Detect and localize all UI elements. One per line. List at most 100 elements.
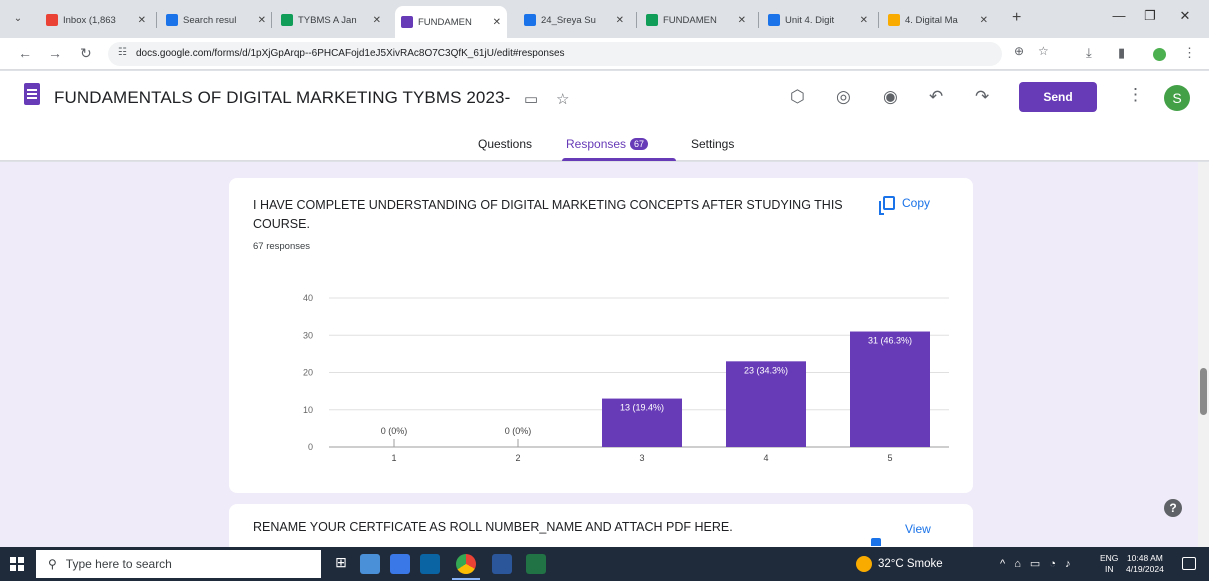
bookmark-star-icon[interactable]: ☆ (1038, 44, 1049, 58)
tab-separator (156, 12, 157, 28)
tab-close-icon[interactable]: ✕ (734, 15, 746, 26)
y-tick-label: 30 (303, 330, 313, 340)
browser-tab[interactable]: Search resul ✕ (160, 6, 272, 34)
tab-separator (271, 12, 272, 28)
star-icon[interactable]: ☆ (556, 90, 569, 108)
word-icon[interactable] (492, 554, 512, 574)
scrollbar-thumb[interactable] (1200, 368, 1207, 415)
active-tab-indicator (562, 158, 676, 161)
chrome-icon[interactable] (452, 554, 480, 580)
tab-close-icon[interactable]: ✕ (369, 15, 381, 26)
more-options-icon[interactable]: ⋮ (1127, 85, 1144, 105)
tab-label: FUNDAMEN (418, 16, 472, 28)
question-title-2: RENAME YOUR CERTFICATE AS ROLL NUMBER_NA… (253, 520, 733, 534)
browser-tab[interactable]: TYBMS A Jan ✕ (275, 6, 387, 34)
bar-data-label: 0 (0%) (505, 426, 532, 436)
excel-icon[interactable] (526, 554, 546, 574)
drive-icon (871, 538, 881, 546)
tab-close-icon[interactable]: ✕ (612, 15, 624, 26)
google-forms-logo-icon[interactable] (24, 83, 40, 105)
url-omnibox[interactable]: ☷ docs.google.com/forms/d/1pXjGpArqp--6P… (108, 42, 1002, 66)
url-text[interactable]: docs.google.com/forms/d/1pXjGpArqp--6PHC… (136, 48, 565, 59)
tab-favicon-icon (768, 14, 780, 26)
close-window-icon[interactable]: ✕ (1170, 8, 1200, 28)
send-button[interactable]: Send (1019, 82, 1097, 112)
add-ons-icon[interactable]: ⬡ (790, 87, 805, 107)
new-tab-button[interactable]: + (1012, 9, 1021, 27)
clock-date: 4/19/2024 (1126, 564, 1164, 574)
copy-chart-button[interactable]: Copy (879, 196, 930, 215)
account-avatar[interactable]: S (1164, 85, 1190, 111)
browser-tab[interactable]: 24_Sreya Su ✕ (518, 6, 630, 34)
preview-eye-icon[interactable]: ◉ (883, 87, 898, 107)
tab-favicon-icon (646, 14, 658, 26)
browser-tab[interactable]: 4. Digital Ma ✕ (882, 6, 994, 34)
clock-time: 10:48 AM (1126, 553, 1163, 563)
question-summary-card-2: RENAME YOUR CERTFICATE AS ROLL NUMBER_NA… (229, 504, 973, 547)
redo-icon[interactable]: ↷ (975, 87, 989, 107)
taskbar-clock[interactable]: 10:48 AM 4/19/2024 (1126, 553, 1164, 575)
tab-questions[interactable]: Questions (478, 137, 532, 151)
back-arrow-icon[interactable]: ← (18, 45, 32, 61)
forward-arrow-icon[interactable]: → (48, 45, 62, 61)
folder-icon[interactable]: ▭ (524, 90, 538, 108)
forms-header: FUNDAMENTALS OF DIGITAL MARKETING TYBMS … (0, 71, 1209, 161)
site-settings-icon[interactable]: ☷ (118, 47, 127, 58)
windows-start-icon[interactable] (10, 557, 24, 571)
browser-tab[interactable]: FUNDAMEN ✕ (395, 6, 507, 38)
browser-profile-icon[interactable] (1153, 48, 1166, 61)
tab-label: Inbox (1,863 (63, 14, 116, 26)
tab-favicon-icon (166, 14, 178, 26)
search-icon: ⚲ (48, 557, 57, 571)
tab-close-icon[interactable]: ✕ (134, 15, 146, 26)
weather-widget[interactable]: 32°C Smoke (856, 556, 943, 572)
notifications-icon[interactable] (1182, 557, 1196, 570)
tab-close-icon[interactable]: ✕ (489, 17, 501, 28)
question-summary-card: I HAVE COMPLETE UNDERSTANDING OF DIGITAL… (229, 178, 973, 493)
responses-count-text: 67 responses (253, 241, 311, 252)
x-tick-label: 3 (639, 453, 644, 463)
browser-tab[interactable]: Inbox (1,863 ✕ (40, 6, 152, 34)
restore-icon[interactable]: ❐ (1135, 8, 1165, 28)
browser-tab[interactable]: FUNDAMEN ✕ (640, 6, 752, 34)
language-indicator[interactable]: ENG IN (1100, 553, 1118, 575)
help-icon[interactable]: ? (1164, 499, 1182, 517)
tab-responses[interactable]: Responses 67 (566, 137, 649, 151)
taskbar-search-box[interactable]: ⚲ Type here to search (36, 550, 321, 578)
tab-search-chevron-icon[interactable]: ⌄ (10, 11, 26, 27)
side-panel-icon[interactable]: ▮ (1118, 45, 1125, 61)
tab-responses-label: Responses (566, 137, 627, 151)
download-icon[interactable]: ⤓ (1086, 45, 1092, 61)
tab-favicon-icon (46, 14, 58, 26)
taskbar-app-icon[interactable] (360, 554, 380, 574)
tab-close-icon[interactable]: ✕ (976, 15, 988, 26)
bar-chart: 0 10 20 30 40 0 (0%) 1 0 (0%) 2 13 (19.4%) 3 23 (34… (303, 293, 949, 463)
reload-icon[interactable]: ↻ (80, 45, 92, 62)
x-tick-label: 4 (763, 453, 768, 463)
page-scrollbar[interactable] (1198, 162, 1209, 547)
task-view-icon[interactable]: ⊞ (331, 554, 351, 574)
form-title[interactable]: FUNDAMENTALS OF DIGITAL MARKETING TYBMS … (54, 88, 510, 108)
tab-label: TYBMS A Jan (298, 14, 357, 26)
file-explorer-icon[interactable] (390, 554, 410, 574)
browser-tab[interactable]: Unit 4. Digit ✕ (762, 6, 874, 34)
bar-data-label: 13 (19.4%) (620, 403, 664, 413)
undo-icon[interactable]: ↶ (929, 87, 943, 107)
zoom-icon[interactable]: ⊕ (1014, 44, 1024, 58)
weather-text: 32°C Smoke (878, 558, 943, 570)
browser-menu-icon[interactable]: ⋮ (1183, 45, 1196, 61)
tab-favicon-icon (401, 16, 413, 28)
tab-close-icon[interactable]: ✕ (254, 15, 266, 26)
tab-label: 24_Sreya Su (541, 14, 596, 26)
tab-close-icon[interactable]: ✕ (856, 15, 868, 26)
mail-icon[interactable] (420, 554, 440, 574)
view-in-drive-button[interactable]: View (905, 522, 931, 536)
system-tray-icons[interactable]: ^ ⌂ ▭ ◔ ♪ (1000, 557, 1074, 570)
tab-settings[interactable]: Settings (691, 137, 734, 151)
customize-theme-icon[interactable]: ◎ (836, 87, 851, 107)
tab-label: 4. Digital Ma (905, 14, 958, 26)
taskbar-search-placeholder: Type here to search (65, 557, 172, 571)
minimize-icon[interactable]: — (1104, 8, 1134, 28)
y-tick-label: 0 (308, 442, 313, 452)
y-tick-label: 10 (303, 405, 313, 415)
